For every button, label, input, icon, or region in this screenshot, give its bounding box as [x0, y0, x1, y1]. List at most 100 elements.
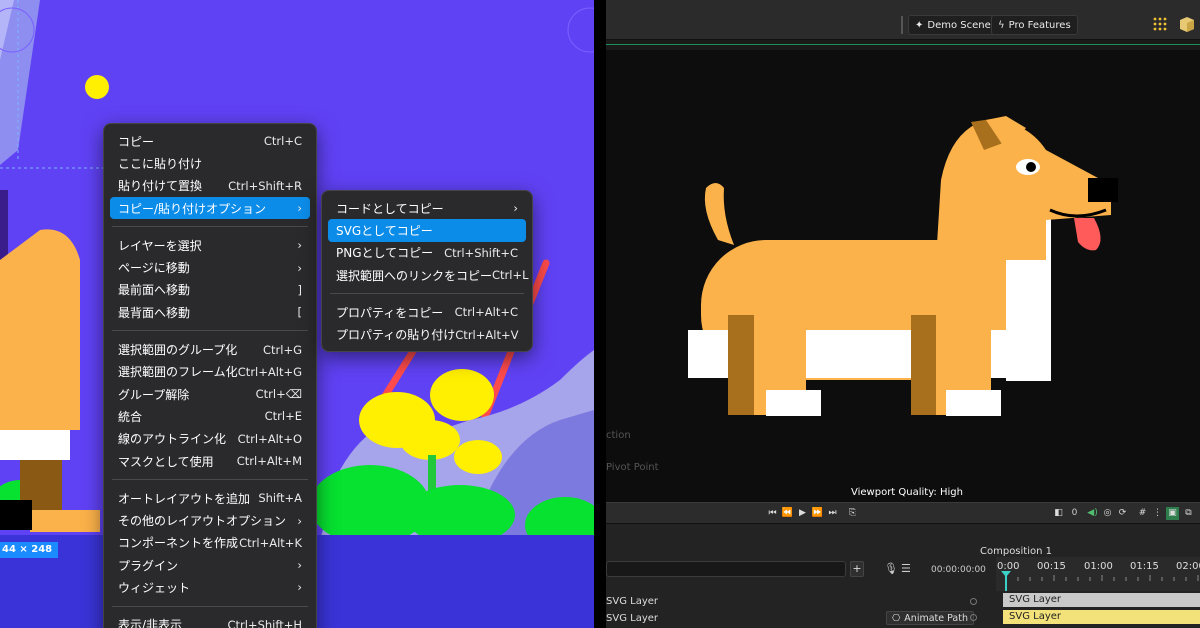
menu-item-label: 選択範囲のフレーム化: [118, 365, 238, 380]
pro-features-button[interactable]: ϟ Pro Features: [991, 15, 1078, 35]
timecode: 00:00:00:00: [931, 565, 986, 575]
menu-item-label: コピー: [118, 134, 155, 149]
menu-item-label: 選択範囲へのリンクをコピー: [336, 268, 493, 283]
demo-scenes-button[interactable]: ✦ Demo Scenes: [908, 15, 1003, 35]
menu-item-label: グループ解除: [118, 387, 190, 402]
menu-item-shortcut: ›: [513, 201, 518, 216]
play-icon[interactable]: ▶: [796, 507, 809, 520]
menu-item[interactable]: コンポーネントを作成 Ctrl+Alt+K: [110, 532, 310, 554]
menu-separator: [112, 479, 308, 481]
menu-item[interactable]: プロパティの貼り付け Ctrl+Alt+V: [328, 323, 526, 345]
menu-item-shortcut: Ctrl+L: [492, 268, 529, 283]
record-icon[interactable]: ◎: [1101, 507, 1114, 520]
keyframe-icon[interactable]: ◧: [1052, 507, 1065, 520]
safe-frame-icon[interactable]: ▣: [1166, 507, 1179, 520]
menu-item-shortcut: ›: [297, 238, 302, 253]
menu-item-shortcut: ›: [297, 260, 302, 275]
menu-item-shortcut: Ctrl+Alt+O: [237, 431, 302, 446]
skip-start-icon[interactable]: ⏮: [766, 507, 779, 520]
menu-item[interactable]: 最前面へ移動]: [110, 279, 310, 301]
skip-end-icon[interactable]: ⏭: [826, 507, 839, 520]
visibility-dot-icon[interactable]: [970, 614, 977, 621]
ruler-label-1: 00:15: [1037, 561, 1066, 572]
menu-item-shortcut: ›: [297, 201, 302, 216]
menu-item[interactable]: コピー Ctrl+C: [110, 130, 310, 152]
ghost-label-1: ction: [606, 430, 631, 441]
context-menu: コピー Ctrl+C ここに貼り付け 貼り付けて置換 Ctrl+Shift+R コピー/貼…: [103, 123, 317, 628]
menu-item[interactable]: マスクとして使用 Ctrl+Alt+M: [110, 450, 310, 472]
path-icon: ⎔: [892, 612, 901, 624]
layer-search-input[interactable]: [606, 561, 846, 577]
ghost-label-pivot: Pivot Point: [606, 462, 659, 473]
layer-row-1[interactable]: SVG Layer: [606, 596, 658, 607]
animate-path-button[interactable]: ⎔ Animate Path: [886, 611, 974, 625]
step-back-icon[interactable]: ⏪: [781, 507, 794, 520]
menu-item-label: コピー/貼り付けオプション: [118, 201, 267, 216]
menu-item[interactable]: 最背面へ移動 [: [110, 301, 310, 323]
menu-item[interactable]: 選択範囲へのリンクをコピー Ctrl+L: [328, 264, 529, 286]
menu-item[interactable]: 選択範囲のフレーム化 Ctrl+Alt+G: [110, 361, 310, 383]
menu-item[interactable]: その他のレイアウトオプション ›: [110, 509, 310, 531]
menu-item-label: その他のレイアウトオプション: [118, 514, 287, 529]
menu-item[interactable]: オートレイアウトを追加 Shift+A: [110, 487, 310, 509]
menu-item-label: オートレイアウトを追加: [118, 491, 251, 506]
menu-separator: [112, 226, 308, 228]
menu-item-shortcut: Ctrl+Alt+G: [237, 364, 302, 379]
visibility-dot-icon[interactable]: [970, 598, 977, 605]
grid-icon[interactable]: #: [1136, 507, 1149, 520]
menu-item[interactable]: 選択範囲のグループ化 Ctrl+G: [110, 338, 310, 360]
audio-icon[interactable]: ◀): [1086, 507, 1099, 520]
menu-item-shortcut: Ctrl+G: [262, 342, 302, 357]
snap-icon[interactable]: ⋮: [1151, 507, 1164, 520]
add-layer-button[interactable]: +: [850, 561, 864, 577]
fullscreen-icon[interactable]: ⧉: [1182, 507, 1195, 520]
filter-icon[interactable]: ☰: [901, 562, 911, 575]
menu-item-label: 線のアウトライン化: [118, 432, 227, 447]
menu-item[interactable]: 貼り付けて置換 Ctrl+Shift+R: [110, 175, 310, 197]
cube-icon[interactable]: [1178, 15, 1196, 33]
step-forward-icon[interactable]: ⏩: [811, 507, 824, 520]
menu-item-shortcut: Ctrl+Shift+C: [444, 245, 518, 260]
menu-item-shortcut: Ctrl+⌫: [255, 387, 302, 402]
menu-item-label: 最前面へ移動: [118, 283, 191, 298]
menu-item[interactable]: SVGとしてコピー: [328, 219, 526, 242]
menu-item[interactable]: 線のアウトライン化 Ctrl+Alt+O: [110, 428, 310, 450]
viewport[interactable]: [606, 50, 1200, 502]
layer-track-1[interactable]: SVG Layer: [1003, 593, 1200, 607]
menu-item-shortcut: Ctrl+Alt+V: [455, 327, 519, 342]
layer-row-2[interactable]: SVG Layer: [606, 613, 658, 624]
menu-item-shortcut: Ctrl+Shift+H: [227, 617, 302, 628]
menu-separator: [112, 330, 308, 332]
microphone-icon[interactable]: 🎙: [884, 562, 898, 575]
layer-track-2[interactable]: SVG Layer: [1003, 610, 1200, 624]
menu-item-label: 統合: [118, 409, 143, 424]
menu-item[interactable]: グループ解除 Ctrl+⌫: [110, 383, 310, 405]
grid-menu-icon[interactable]: [1152, 16, 1168, 32]
menu-item-label: 最背面へ移動: [118, 305, 191, 320]
menu-item-label: 貼り付けて置換: [118, 179, 203, 194]
menu-item[interactable]: ここに貼り付け: [110, 152, 310, 174]
menu-item-shortcut: Ctrl+C: [263, 134, 302, 149]
menu-item-shortcut: Ctrl+Shift+R: [228, 178, 302, 193]
menu-item-label: 表示/非表示: [118, 618, 183, 628]
menu-item[interactable]: 表示/非表示 Ctrl+Shift+H: [110, 614, 310, 628]
menu-item-label: ここに貼り付け: [118, 156, 203, 171]
menu-item[interactable]: ページに移動 ›: [110, 256, 310, 278]
menu-item-label: プラグイン: [118, 558, 179, 573]
transport-bar: ⏮ ⏪ ▶ ⏩ ⏭ ⎘ ◧ 0 ◀) ◎ ⟳ # ⋮ ▣ ⧉: [606, 502, 1200, 524]
menu-item[interactable]: レイヤーを選択 ›: [110, 234, 310, 256]
menu-item-label: PNGとしてコピー: [336, 246, 434, 261]
menu-item[interactable]: コードとしてコピー ›: [328, 197, 526, 219]
menu-item[interactable]: 統合 Ctrl+E: [110, 405, 310, 427]
menu-item[interactable]: プロパティをコピー Ctrl+Alt+C: [328, 301, 526, 323]
menu-item-shortcut: Ctrl+Alt+K: [239, 535, 302, 550]
menu-item[interactable]: PNGとしてコピー Ctrl+Shift+C: [328, 242, 526, 264]
loop-icon[interactable]: ⎘: [846, 507, 859, 520]
menu-item[interactable]: プラグイン ›: [110, 554, 310, 576]
onion-skin-icon[interactable]: ⟳: [1116, 507, 1129, 520]
menu-item-label: プロパティの貼り付け: [336, 328, 456, 343]
copy-paste-submenu: コードとしてコピー › SVGとしてコピー PNGとしてコピー Ctrl+Shift+C…: [321, 190, 533, 352]
animation-app: ✦ Demo Scenes ϟ Pro Features ction Pivot…: [606, 0, 1200, 628]
menu-item[interactable]: コピー/貼り付けオプション ›: [110, 196, 310, 220]
menu-item[interactable]: ウィジェット ›: [110, 576, 310, 598]
